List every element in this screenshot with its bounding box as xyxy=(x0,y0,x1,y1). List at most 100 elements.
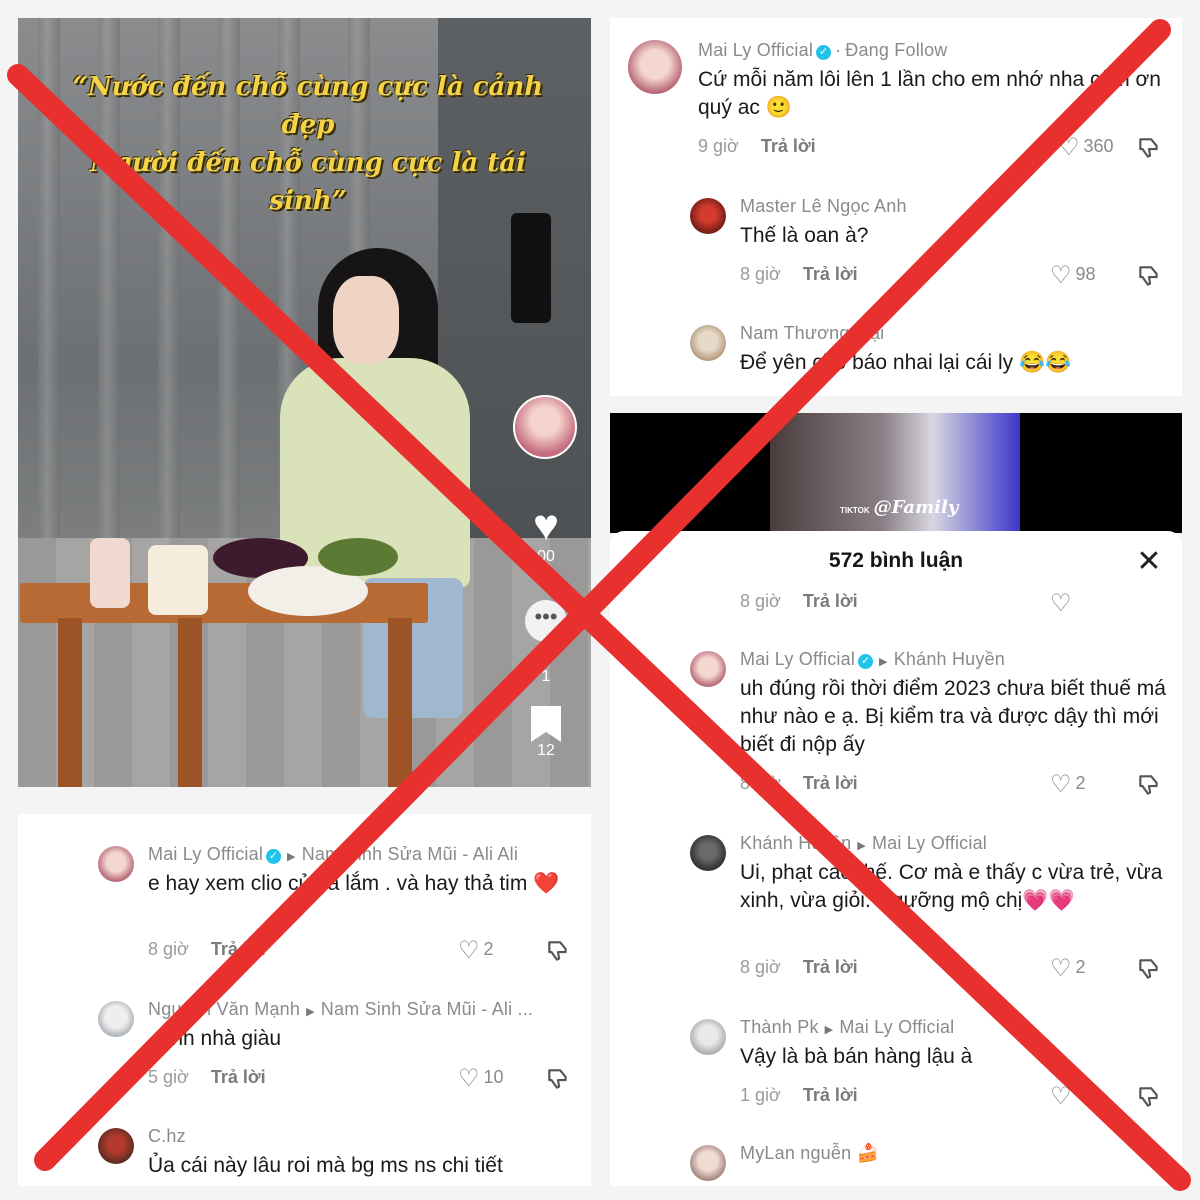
follow-status[interactable]: Đang Follow xyxy=(845,40,947,60)
dislike-icon[interactable] xyxy=(1136,263,1162,289)
avatar[interactable] xyxy=(628,40,682,94)
bottle xyxy=(90,538,130,608)
reply-to-user[interactable]: Mai Ly Official xyxy=(872,833,987,853)
comment-text: uh đúng rồi thời điểm 2023 chưa biết thu… xyxy=(740,677,1166,756)
reply-button[interactable]: Trả lời xyxy=(803,957,858,977)
like-button[interactable]: ♥ 00 xyxy=(521,504,571,566)
username[interactable]: Khánh Huyền xyxy=(740,833,851,853)
like-button[interactable]: ♡ 98 xyxy=(1050,261,1096,290)
collage: “Nước đến chỗ cùng cực là cảnh đẹp Người… xyxy=(0,0,1200,1200)
caption-line-2: Người đến chỗ cùng cực là tái sinh” xyxy=(90,148,526,216)
reply-to-user[interactable]: Nam Sinh Sửa Mũi - Ali ... xyxy=(321,999,533,1019)
comment-meta: 8 giờ Trả lời xyxy=(740,591,858,612)
comment-meta: 1 giờ Trả lời xyxy=(740,1085,858,1106)
dislike-icon[interactable] xyxy=(1136,956,1162,982)
reply-button[interactable]: Trả lời xyxy=(803,591,858,611)
comment-header: Mai Ly Official ✓ ▶ Nam Sinh Sửa Mũi - Ali … xyxy=(148,844,518,865)
avatar[interactable] xyxy=(690,651,726,687)
comment-item: Mai Ly Official ✓ · Đang Follow Cứ mỗi năm … xyxy=(628,40,1168,180)
dislike-icon[interactable] xyxy=(545,1066,571,1092)
username[interactable]: Mai Ly Official xyxy=(740,649,855,669)
heart-icon: ♥ xyxy=(532,501,560,550)
comments-panel-left: Mai Ly Official ✓ ▶ Nam Sinh Sửa Mũi - Ali … xyxy=(18,814,591,1186)
like-count: 98 xyxy=(1075,264,1096,284)
username[interactable]: Mai Ly Official xyxy=(698,40,813,60)
heart-outline-icon: ♡ xyxy=(1050,771,1072,798)
reply-button[interactable]: Trả lời xyxy=(803,264,858,284)
dislike-icon[interactable] xyxy=(1136,772,1162,798)
reply-arrow-icon: ▶ xyxy=(287,851,296,863)
like-button[interactable]: ♡ xyxy=(1050,589,1076,618)
reply-arrow-icon: ▶ xyxy=(879,656,888,668)
bookmark-button[interactable]: 12 xyxy=(526,706,566,760)
avatar[interactable] xyxy=(98,846,134,882)
username[interactable]: C.hz xyxy=(148,1126,186,1147)
table-leg xyxy=(58,618,82,787)
reply-button[interactable]: Trả lời xyxy=(761,136,816,156)
table-leg xyxy=(178,618,202,787)
comments-sheet: 572 bình luận ✕ 8 giờ Trả lời ♡ Mai Ly Of… xyxy=(610,531,1182,1186)
avatar[interactable] xyxy=(690,1019,726,1055)
like-count: 00 xyxy=(537,548,555,565)
sheet-header: 572 bình luận ✕ xyxy=(610,531,1182,591)
username[interactable]: MyLan nguễn 🍰 xyxy=(740,1143,879,1164)
avatar[interactable] xyxy=(690,1145,726,1181)
reply-button[interactable]: Trả lời xyxy=(803,773,858,793)
comment-meta: 8 giờ Trả lời xyxy=(148,939,266,960)
avatar[interactable] xyxy=(690,835,726,871)
username[interactable]: Nam Thương Mại xyxy=(740,323,884,344)
comment-text: Ủa cái này lâu roi mà bg ms ns chi tiết xyxy=(148,1154,503,1177)
reply-button[interactable]: Trả lời xyxy=(211,939,266,959)
avatar[interactable] xyxy=(690,198,726,234)
comment-time: 8 giờ xyxy=(740,773,781,793)
dislike-icon[interactable] xyxy=(1136,135,1162,161)
reply-to-user[interactable]: Khánh Huyền xyxy=(894,649,1005,669)
dislike-icon[interactable] xyxy=(545,938,571,964)
username[interactable]: Nguyen Văn Mạnh xyxy=(148,999,300,1019)
comment-header: Mai Ly Official ✓ ▶ Khánh Huyền xyxy=(740,649,1005,670)
reply-to-user[interactable]: Nam Sinh Sửa Mũi - Ali Ali xyxy=(302,844,518,864)
comment-time: 8 giờ xyxy=(740,591,781,611)
verified-icon: ✓ xyxy=(816,45,832,60)
heart-outline-icon: ♡ xyxy=(1050,262,1072,289)
like-button[interactable]: ♡ xyxy=(1050,1082,1076,1111)
like-button[interactable]: ♡ 10 xyxy=(458,1064,504,1093)
dislike-icon[interactable] xyxy=(1136,1084,1162,1110)
comment-text: Vậy là bà bán hàng lậu à xyxy=(740,1045,973,1068)
like-button[interactable]: ♡ 360 xyxy=(1058,133,1114,162)
comment-item: Mai Ly Official ✓ ▶ Khánh Huyền uh đúng rồi… xyxy=(690,649,1170,799)
avatar[interactable] xyxy=(98,1001,134,1037)
reply-button[interactable]: Trả lời xyxy=(803,1085,858,1105)
creator-avatar[interactable] xyxy=(513,395,577,459)
close-icon[interactable]: ✕ xyxy=(1134,547,1164,577)
video-preview[interactable]: TIKTOK @Family xyxy=(610,413,1182,533)
more-button[interactable]: ••• xyxy=(525,600,567,642)
comment-item: C.hz Ủa cái này lâu roi mà bg ms ns chi … xyxy=(98,1126,578,1186)
comment-item: Nam Thương Mại Để yên cho báo nhai lại c… xyxy=(690,323,1170,393)
heart-outline-icon: ♡ xyxy=(1050,955,1072,982)
herbs xyxy=(318,538,398,576)
caption-line-1: “Nước đến chỗ cùng cực là cảnh đẹp xyxy=(72,72,544,140)
comment-meta: 8 giờ Trả lời xyxy=(740,264,858,285)
jar xyxy=(148,545,208,615)
reply-button[interactable]: Trả lời xyxy=(211,1067,266,1087)
comments-panel-top-right: Mai Ly Official ✓ · Đang Follow Cứ mỗi năm … xyxy=(610,18,1182,396)
username[interactable]: Thành Pk xyxy=(740,1017,819,1037)
avatar[interactable] xyxy=(98,1128,134,1164)
like-count: 2 xyxy=(1075,773,1086,793)
comment-header: Mai Ly Official ✓ · Đang Follow xyxy=(698,40,948,61)
like-button[interactable]: ♡ 2 xyxy=(1050,954,1086,983)
comment-text: Ui, phạt cao thế. Cơ mà e thấy c vừa trẻ… xyxy=(740,861,1163,912)
like-button[interactable]: ♡ 2 xyxy=(1050,770,1086,799)
avatar[interactable] xyxy=(690,325,726,361)
watermark-brand: TIKTOK xyxy=(840,506,870,515)
comment-text: Để yên cho báo nhai lại cái ly 😂😂 xyxy=(740,351,1072,374)
username[interactable]: Master Lê Ngọc Anh xyxy=(740,196,907,217)
like-button[interactable]: ♡ 2 xyxy=(458,936,494,965)
username[interactable]: Mai Ly Official xyxy=(148,844,263,864)
person-face xyxy=(333,276,399,364)
reply-to-user[interactable]: Mai Ly Official xyxy=(839,1017,954,1037)
reply-arrow-icon: ▶ xyxy=(306,1006,315,1018)
video-player[interactable]: “Nước đến chỗ cùng cực là cảnh đẹp Người… xyxy=(18,18,591,787)
like-count: 2 xyxy=(483,939,494,959)
